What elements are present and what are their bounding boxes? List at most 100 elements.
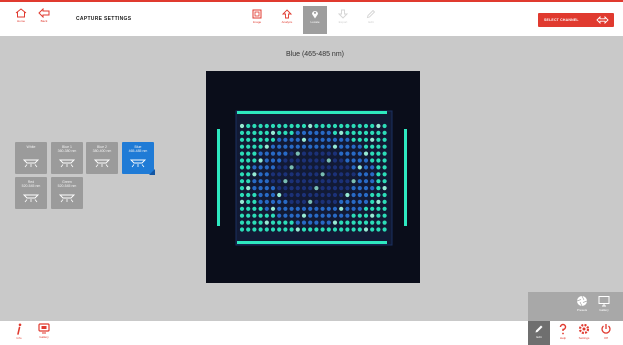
gel-well-spot — [370, 137, 375, 142]
gel-well-spot — [339, 165, 344, 170]
gel-well-spot — [270, 130, 276, 135]
gel-well-spot — [351, 151, 356, 156]
gel-well-spot — [301, 123, 307, 129]
step-export[interactable]: Export — [331, 6, 355, 34]
gel-well-spot — [264, 213, 269, 218]
gel-well-spot — [258, 179, 263, 184]
gel-well-spot — [345, 213, 350, 218]
gel-well-spot — [326, 220, 331, 225]
gel-well-spot — [258, 186, 263, 191]
gel-well-spot — [239, 144, 245, 149]
step-image[interactable]: Image — [245, 6, 269, 34]
gel-well-spot — [295, 199, 300, 204]
gel-well-spot — [363, 192, 369, 198]
gel-well-spot — [370, 130, 375, 135]
home-icon — [15, 8, 27, 18]
gel-well-spot — [339, 206, 344, 211]
step-locate[interactable]: Locate — [303, 6, 327, 34]
gel-well-spot — [357, 137, 362, 142]
gel-well-spot — [370, 172, 375, 177]
gel-well-spot — [357, 199, 362, 204]
gel-well-spot — [320, 137, 325, 142]
gel-well-spot — [277, 172, 282, 177]
gel-well-spot — [252, 227, 257, 232]
gel-well-spot — [314, 179, 319, 184]
gel-well-spot — [357, 179, 362, 184]
channel-tile[interactable]: Green 520-545 nm — [51, 177, 83, 209]
gel-well-spot — [258, 158, 263, 163]
gel-well-spot — [264, 165, 269, 170]
gel-well-spot — [320, 151, 325, 156]
home-button[interactable]: Home — [11, 8, 31, 23]
channel-tile[interactable]: White — [15, 142, 47, 174]
gel-well-spot — [308, 144, 313, 149]
gel-well-spot — [258, 137, 263, 142]
gel-well-spot — [345, 179, 350, 184]
tray-gallery-label: Gallery — [599, 308, 609, 312]
settings-button[interactable]: Settings — [575, 323, 593, 340]
gel-well-spot — [314, 213, 319, 218]
light-source-icon — [129, 159, 147, 168]
gel-well-spot — [339, 186, 344, 191]
gel-well-spot — [246, 158, 251, 163]
select-channel-button[interactable]: SELECT CHANNEL — [538, 13, 614, 27]
gallery-button[interactable]: Gallery — [35, 323, 53, 339]
gel-well-spot — [382, 199, 387, 204]
gel-image-preview — [206, 71, 420, 283]
gel-well-spot — [314, 130, 319, 135]
channel-tile[interactable]: Blue 2 380-400 nm — [86, 142, 118, 174]
gel-well-spot — [246, 213, 251, 218]
gel-well-spot — [246, 130, 251, 135]
help-button[interactable]: Help — [554, 323, 572, 340]
info-button[interactable]: Info — [10, 323, 28, 340]
tray-presets-button[interactable]: Presets — [573, 295, 591, 312]
gel-well-spot — [283, 192, 288, 198]
gel-well-spot — [370, 199, 375, 204]
power-button[interactable]: Off — [597, 323, 615, 340]
tray-gallery-button[interactable]: Gallery — [595, 295, 613, 312]
top-accent-line — [0, 0, 623, 2]
gel-well-spot — [301, 137, 307, 142]
back-button[interactable]: Back — [34, 8, 54, 23]
gel-well-spot — [246, 165, 251, 170]
gel-well-spot — [363, 199, 369, 204]
gel-well-spot — [264, 151, 269, 156]
gel-well-spot — [370, 186, 375, 191]
gel-well-spot — [363, 220, 369, 225]
channel-tile[interactable]: Red 520-545 nm — [15, 177, 47, 209]
gel-well-spot — [376, 123, 381, 129]
channel-tile-label: Blue 1 360-380 nm — [57, 145, 77, 153]
step-analyze[interactable]: Analyze — [275, 6, 299, 34]
gel-well-spot — [277, 158, 282, 163]
gel-well-spot — [332, 192, 338, 198]
gel-well-spot — [295, 206, 300, 211]
gel-well-spot — [376, 192, 381, 198]
channel-tile-label: Blue 2 380-400 nm — [92, 145, 112, 153]
gel-well-spot — [320, 227, 325, 232]
gel-well-spot — [246, 186, 251, 191]
gel-well-spot — [239, 130, 245, 135]
edit-tools-toggle[interactable]: Edit — [528, 321, 550, 345]
gel-well-spot — [308, 220, 313, 225]
gel-well-spot — [283, 206, 288, 211]
gel-well-spot — [277, 192, 282, 198]
step-edit[interactable]: Edit — [359, 6, 383, 34]
gel-well-spot — [363, 172, 369, 177]
gel-well-spot — [295, 144, 300, 149]
gel-well-spot — [345, 220, 350, 225]
gel-well-spot — [332, 227, 338, 232]
gel-well-spot — [357, 172, 362, 177]
gel-well-spot — [252, 137, 257, 142]
gel-well-spot — [326, 144, 331, 149]
gel-well-spot — [239, 123, 245, 129]
gel-well-spot — [351, 137, 356, 142]
gel-well-spot — [326, 227, 331, 232]
gel-well-spot — [258, 123, 263, 129]
channel-tile-range: 360-380 nm — [57, 149, 77, 153]
channel-tile[interactable]: Blue 465-485 nm — [122, 142, 155, 175]
channel-tile[interactable]: Blue 1 360-380 nm — [51, 142, 83, 174]
gel-well-spot — [357, 227, 362, 232]
gel-well-spot — [277, 199, 282, 204]
gel-bar-top — [237, 111, 387, 114]
gel-well-spot — [332, 172, 338, 177]
